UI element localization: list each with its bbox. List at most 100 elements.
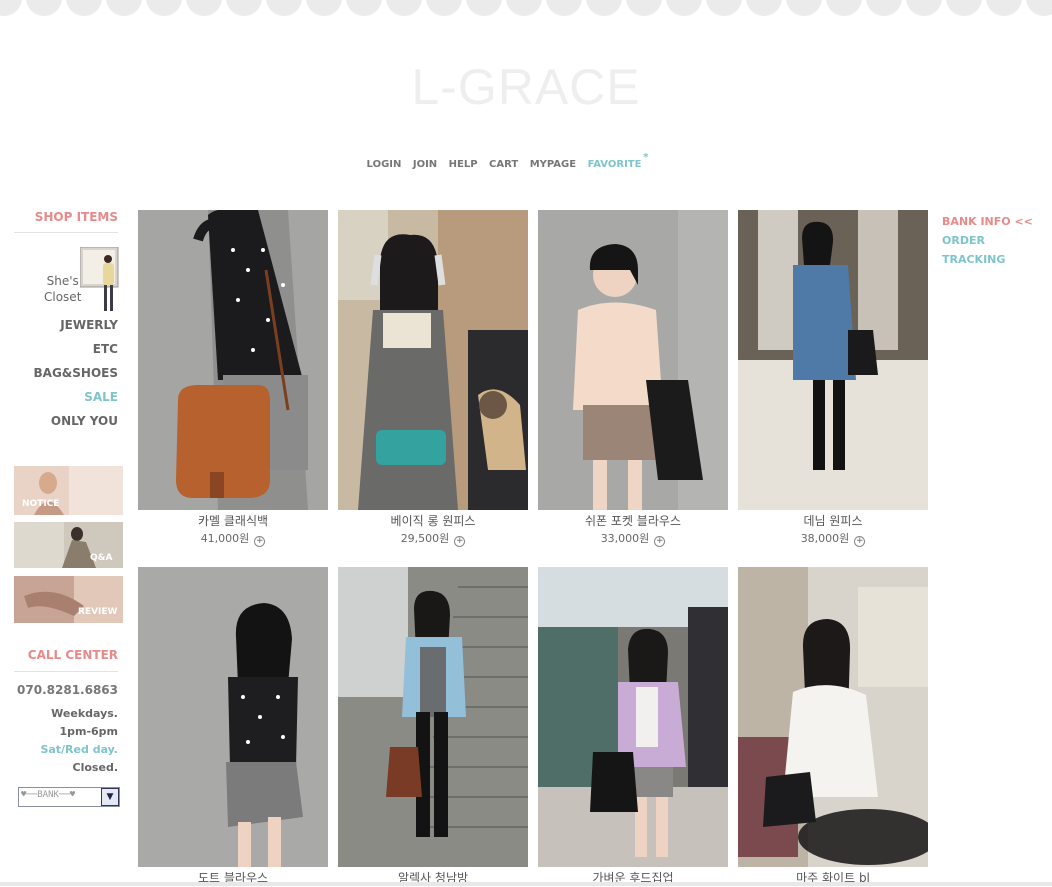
price-text: 33,000원 (600, 532, 650, 545)
scallop-shape (146, 0, 182, 16)
product-card[interactable]: 카멜 클래식백 41,000원 + (138, 210, 328, 547)
scallop-shape (106, 0, 142, 16)
plus-icon[interactable]: + (254, 536, 266, 547)
closet-line-1: She's (46, 274, 79, 288)
plus-icon[interactable]: + (654, 536, 666, 547)
review-banner-label: REVIEW (78, 607, 118, 617)
product-price: 38,000원 + (738, 530, 928, 547)
product-image[interactable] (738, 567, 928, 867)
scallop-shape (866, 0, 902, 16)
chevron-down-icon[interactable]: ▼ (101, 788, 119, 806)
site-logo[interactable]: L-GRACE (0, 58, 1052, 116)
scallop-shape (626, 0, 662, 16)
favorite-star-mark: * (643, 152, 649, 163)
scallop-shape (546, 0, 582, 16)
nav-join[interactable]: JOIN (413, 159, 437, 170)
closet-line-2: Closet (44, 290, 82, 304)
bank-select-value: ♥──BANK──♥ (21, 790, 76, 800)
scallop-shape (506, 0, 542, 16)
top-navigation: LOGIN JOIN HELP CART MYPAGE FAVORITE * (0, 152, 1008, 170)
closet-thumbnail (80, 247, 119, 311)
bank-info-link[interactable]: BANK INFO << (942, 212, 1052, 231)
hours-weekdays: Weekdays. (51, 707, 118, 720)
product-photo-dot-blouse (138, 567, 328, 867)
nav-cart[interactable]: CART (489, 159, 518, 170)
shes-closet-link[interactable]: She's Closet (14, 241, 119, 317)
product-image[interactable] (338, 210, 528, 510)
scallop-shape (946, 0, 982, 16)
scalloped-top-border (0, 0, 1052, 16)
nav-mypage[interactable]: MYPAGE (530, 159, 576, 170)
scallop-shape (26, 0, 62, 16)
product-photo-camel-bag (138, 210, 328, 510)
product-card[interactable]: 베이직 롱 원피스 29,500원 + (338, 210, 528, 547)
scallop-shape (746, 0, 782, 16)
scallop-shape (706, 0, 742, 16)
product-photo-denim-dress (738, 210, 928, 510)
hours-sat-red-day: Sat/Red day. (40, 743, 118, 756)
shes-closet-text: She's Closet (44, 273, 81, 305)
product-photo-white-blouse (738, 567, 928, 867)
product-card[interactable]: 마주 화이트 bl (738, 567, 928, 887)
product-name[interactable]: 베이직 롱 원피스 (338, 512, 528, 530)
category-etc[interactable]: ETC (14, 341, 118, 365)
nav-login[interactable]: LOGIN (367, 159, 402, 170)
product-image[interactable] (538, 567, 728, 867)
notice-banner[interactable]: NOTICE (14, 466, 123, 515)
product-card[interactable]: 도트 블라우스 (138, 567, 328, 887)
scallop-shape (666, 0, 702, 16)
product-name[interactable]: 데님 원피스 (738, 512, 928, 530)
qna-banner[interactable]: Q&A (14, 522, 123, 568)
product-price: 33,000원 + (538, 530, 728, 547)
nav-favorite[interactable]: FAVORITE * (587, 152, 649, 170)
price-text: 41,000원 (200, 532, 250, 545)
scallop-shape (906, 0, 942, 16)
product-image[interactable] (538, 210, 728, 510)
product-photo-hood-zipup (538, 567, 728, 867)
plus-icon[interactable]: + (454, 536, 466, 547)
product-image[interactable] (738, 210, 928, 510)
price-text: 38,000원 (800, 532, 850, 545)
product-image[interactable] (138, 567, 328, 867)
call-center-heading: CALL CENTER (14, 648, 118, 672)
product-card[interactable]: 가벼운 후드집업 (538, 567, 728, 887)
plus-icon[interactable]: + (854, 536, 866, 547)
scallop-shape (586, 0, 622, 16)
notice-banner-label: NOTICE (22, 499, 60, 509)
product-image[interactable] (338, 567, 528, 867)
scallop-shape (466, 0, 502, 16)
qna-banner-label: Q&A (90, 553, 113, 563)
order-tracking-link[interactable]: ORDER TRACKING (942, 231, 1052, 269)
scallop-shape (1026, 0, 1052, 16)
scallop-shape (306, 0, 342, 16)
product-price: 29,500원 + (338, 530, 528, 547)
price-text: 29,500원 (400, 532, 450, 545)
scallop-shape (426, 0, 462, 16)
category-jewelry[interactable]: JEWERLY (14, 317, 118, 341)
product-photo-long-dress (338, 210, 528, 510)
call-center-phone: 070.8281.6863 (17, 683, 118, 697)
nav-help[interactable]: HELP (449, 159, 478, 170)
product-card[interactable]: 쉬폰 포켓 블라우스 33,000원 + (538, 210, 728, 547)
hours-time: 1pm-6pm (59, 725, 118, 738)
product-card[interactable]: 데님 원피스 38,000원 + (738, 210, 928, 547)
call-center: CALL CENTER 070.8281.6863 Weekdays. 1pm-… (14, 648, 118, 777)
bank-select[interactable]: ♥──BANK──♥ ▼ (18, 787, 120, 807)
scallop-shape (346, 0, 382, 16)
product-card[interactable]: 알렉사 청남방 (338, 567, 528, 887)
product-name[interactable]: 카멜 클래식백 (138, 512, 328, 530)
review-banner[interactable]: REVIEW (14, 576, 123, 623)
category-sale[interactable]: SALE (14, 389, 118, 413)
scallop-shape (826, 0, 862, 16)
product-image[interactable] (138, 210, 328, 510)
product-photo-chiffon-blouse (538, 210, 728, 510)
product-photo-chambray-shirt (338, 567, 528, 867)
product-name[interactable]: 쉬폰 포켓 블라우스 (538, 512, 728, 530)
scallop-shape (986, 0, 1022, 16)
nav-favorite-label: FAVORITE (587, 159, 642, 170)
page-bottom-border (0, 882, 1052, 886)
scallop-shape (0, 0, 22, 16)
category-only-you[interactable]: ONLY YOU (14, 413, 118, 437)
category-bag-shoes[interactable]: BAG&SHOES (14, 365, 118, 389)
scallop-shape (226, 0, 262, 16)
